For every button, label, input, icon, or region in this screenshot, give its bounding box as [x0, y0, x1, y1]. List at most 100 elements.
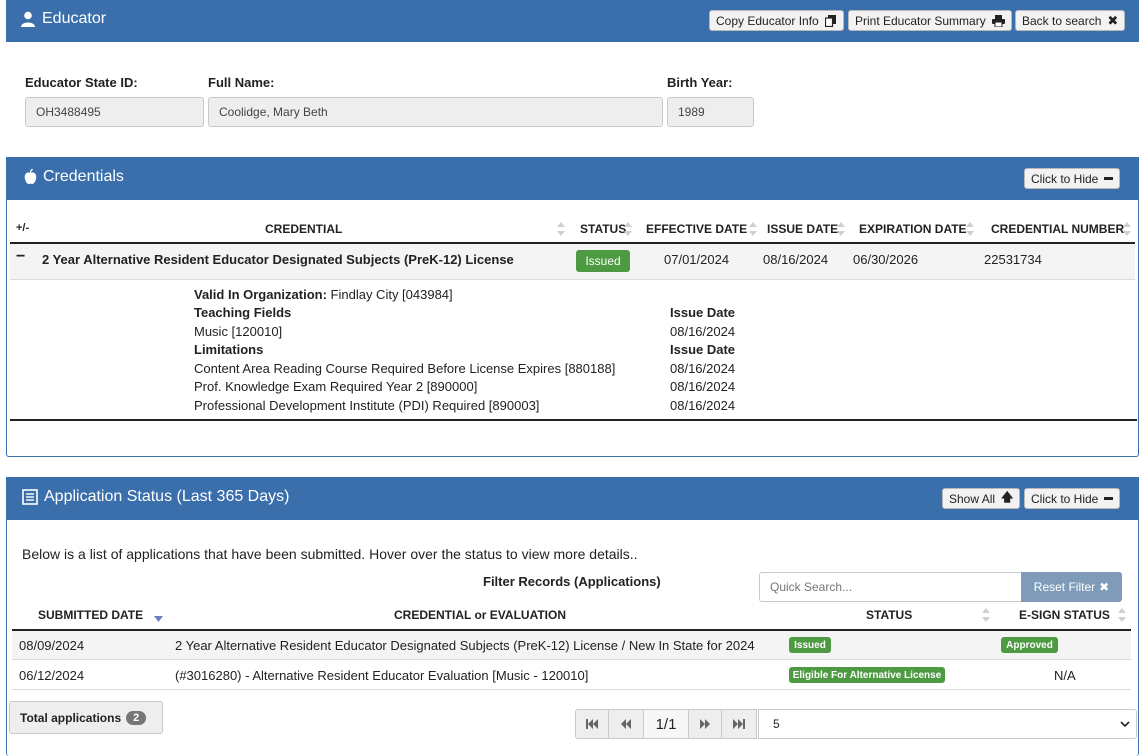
effective-date: 07/01/2024	[664, 252, 730, 267]
last-page-icon	[733, 719, 745, 729]
minus-icon	[1104, 177, 1114, 180]
total-applications: Total applications 2	[9, 701, 163, 734]
col-expiration-date[interactable]: EXPIRATION DATE	[859, 222, 967, 236]
limitations-heading: Limitations	[194, 342, 264, 357]
app-status-badge[interactable]: Issued	[789, 637, 831, 653]
user-icon	[21, 11, 35, 27]
fast-forward-icon	[700, 719, 710, 729]
col-credential[interactable]: CREDENTIAL	[265, 222, 342, 236]
show-all-label: Show All	[949, 491, 996, 506]
limitation-name: Content Area Reading Course Required Bef…	[194, 361, 616, 376]
applications-title: Application Status (Last 365 Days)	[22, 488, 289, 506]
credentials-title: Credentials	[24, 168, 124, 186]
chevron-down-icon	[1120, 721, 1130, 728]
col-effective-date[interactable]: EFFECTIVE DATE	[646, 222, 747, 236]
last-page-button[interactable]	[721, 709, 757, 739]
reset-filter-button[interactable]: Reset Filter ✖	[1021, 572, 1122, 602]
quick-search-input[interactable]	[759, 572, 1022, 602]
list-icon	[22, 489, 38, 505]
next-page-button[interactable]	[688, 709, 722, 739]
teaching-fields-heading: Teaching Fields	[194, 305, 292, 320]
col-submitted-date[interactable]: SUBMITTED DATE	[38, 608, 143, 622]
limitation-name: Professional Development Institute (PDI)…	[194, 398, 540, 413]
applications-hide-button[interactable]: Click to Hide	[1024, 488, 1121, 509]
col-credential-number[interactable]: CREDENTIAL NUMBER	[991, 222, 1124, 236]
filter-records-title: Filter Records (Applications)	[483, 574, 661, 589]
rewind-icon	[621, 719, 631, 729]
credential-name: 2 Year Alternative Resident Educator Des…	[42, 252, 514, 267]
limitation-name: Prof. Knowledge Exam Required Year 2 [89…	[194, 379, 478, 394]
col-status[interactable]: STATUS	[580, 222, 626, 236]
app-status-badge[interactable]: Eligible For Alternative License	[789, 667, 945, 683]
first-page-button[interactable]	[575, 709, 609, 739]
applications-header-bar: Application Status (Last 365 Days) Show …	[6, 477, 1139, 520]
minus-icon	[1104, 497, 1114, 500]
show-all-button[interactable]: Show All 🡅	[942, 488, 1021, 509]
col-issue-date[interactable]: ISSUE DATE	[767, 222, 838, 236]
limitation-date: 08/16/2024	[670, 379, 736, 394]
page-size-value: 5	[773, 717, 780, 731]
sort-icon[interactable]	[1118, 608, 1126, 622]
col-esign-status[interactable]: E-SIGN STATUS	[1019, 608, 1110, 622]
state-id-label: Educator State ID:	[25, 75, 138, 90]
col-credential-or-evaluation[interactable]: CREDENTIAL or EVALUATION	[394, 608, 566, 622]
birth-year-field: 1989	[667, 97, 754, 127]
issue-date: 08/16/2024	[763, 252, 829, 267]
valid-in-label: Valid In Organization:	[194, 287, 327, 302]
teaching-field-date: 08/16/2024	[670, 324, 736, 339]
credentials-header-bar: Credentials Click to Hide	[6, 157, 1139, 200]
total-applications-label: Total applications	[20, 710, 122, 725]
issue-date-heading: Issue Date	[670, 305, 736, 320]
previous-page-button[interactable]	[608, 709, 644, 739]
status-badge[interactable]: Issued	[576, 250, 630, 272]
arrow-up-icon: 🡅	[1001, 490, 1014, 504]
sort-icon[interactable]	[982, 608, 990, 622]
educator-header-bar: Educator Copy Educator Info Print Educat…	[6, 0, 1139, 42]
back-to-search-button[interactable]: Back to search ✖	[1015, 10, 1126, 31]
apple-icon	[24, 169, 37, 184]
credential-number: 22531734	[984, 252, 1042, 267]
issue-date-heading: Issue Date	[670, 342, 736, 357]
sort-desc-icon[interactable]	[154, 616, 163, 622]
applications-intro-text: Below is a list of applications that hav…	[22, 546, 638, 562]
sort-icon[interactable]	[557, 222, 565, 236]
credentials-title-text: Credentials	[43, 168, 124, 185]
close-icon: ✖	[1107, 12, 1119, 28]
valid-in-value: Findlay City [043984]	[330, 287, 453, 302]
full-name-field: Coolidge, Mary Beth	[208, 97, 663, 127]
limitation-date: 08/16/2024	[670, 398, 736, 413]
total-count-badge: 2	[126, 710, 147, 725]
detail-bottom-rule	[10, 419, 1137, 421]
educator-title: Educator	[20, 10, 106, 28]
educator-title-text: Educator	[42, 10, 107, 27]
copy-icon	[824, 14, 836, 27]
copy-educator-info-button[interactable]: Copy Educator Info	[709, 10, 844, 31]
applications-title-text: Application Status (Last 365 Days)	[44, 488, 290, 505]
back-button-label: Back to search	[1022, 13, 1102, 28]
expand-all-toggle[interactable]: +/-	[16, 222, 29, 234]
limitation-date: 08/16/2024	[670, 361, 736, 376]
sort-icon[interactable]	[749, 222, 757, 236]
sort-icon[interactable]	[1123, 222, 1131, 236]
print-icon	[991, 14, 1005, 27]
row-collapse-toggle[interactable]: −	[16, 248, 25, 266]
esign-status-value: N/A	[1054, 668, 1076, 683]
expiration-date: 06/30/2026	[853, 252, 919, 267]
teaching-field-name: Music [120010]	[194, 324, 283, 339]
birth-year-label: Birth Year:	[667, 75, 733, 90]
hide-button-label: Click to Hide	[1031, 491, 1099, 506]
application-item: (#3016280) - Alternative Resident Educat…	[175, 668, 589, 683]
esign-status-badge[interactable]: Approved	[1001, 637, 1058, 653]
hide-button-label: Click to Hide	[1031, 171, 1099, 186]
sort-icon[interactable]	[624, 222, 632, 236]
credentials-hide-button[interactable]: Click to Hide	[1024, 168, 1121, 189]
reset-filter-label: Reset Filter	[1033, 580, 1096, 594]
col-app-status[interactable]: STATUS	[866, 608, 912, 622]
print-button-label: Print Educator Summary	[855, 13, 986, 28]
print-educator-summary-button[interactable]: Print Educator Summary	[848, 10, 1012, 31]
sort-icon[interactable]	[837, 222, 845, 236]
state-id-field: OH3488495	[25, 97, 204, 127]
page-indicator: 1/1	[643, 709, 689, 739]
sort-icon[interactable]	[966, 222, 974, 236]
page-size-select[interactable]: 5	[758, 709, 1137, 739]
